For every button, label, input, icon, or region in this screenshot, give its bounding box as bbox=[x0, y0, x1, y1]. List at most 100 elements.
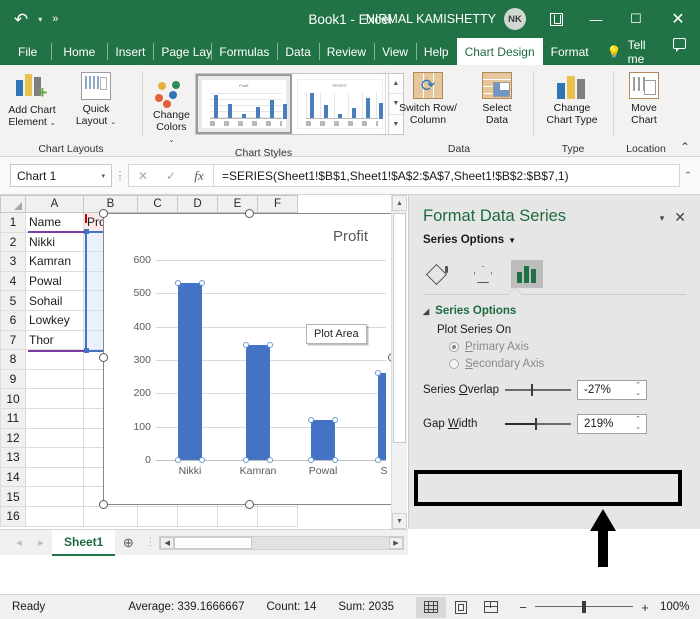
scroll-right-icon[interactable]: ▶ bbox=[389, 536, 403, 549]
collapse-triangle-icon[interactable]: ◢ bbox=[423, 307, 429, 316]
tell-me-box[interactable]: 💡 Tell me bbox=[597, 38, 673, 66]
range-handle[interactable] bbox=[84, 348, 89, 353]
tab-page-layout[interactable]: Page Layc bbox=[153, 38, 211, 65]
cancel-icon[interactable]: ✕ bbox=[129, 169, 157, 183]
row-header-13[interactable]: 13 bbox=[0, 447, 26, 468]
data-bar-sohail[interactable] bbox=[375, 369, 386, 463]
zoom-level-label[interactable]: 100% bbox=[660, 601, 700, 613]
cell-a14[interactable] bbox=[25, 466, 84, 488]
plot-area[interactable]: 600 500 400 300 200 100 0 Nikki Kamran P… bbox=[133, 254, 387, 477]
row-header-12[interactable]: 12 bbox=[0, 427, 26, 449]
primary-axis-radio[interactable] bbox=[449, 342, 459, 352]
row-header-8[interactable]: 8 bbox=[0, 349, 26, 370]
chart-styles-gallery[interactable]: Profit PROFIT ▲ ▼ ▼ bbox=[194, 73, 404, 135]
qat-more-icon[interactable]: » bbox=[52, 13, 58, 25]
tab-insert[interactable]: Insert bbox=[107, 38, 153, 65]
column-header-b[interactable]: B bbox=[83, 195, 138, 213]
tab-format[interactable]: Format bbox=[543, 38, 597, 65]
chevron-down-icon[interactable]: ⌄ bbox=[50, 120, 56, 127]
collapse-ribbon-button[interactable]: ⌃ bbox=[676, 140, 694, 154]
pane-tab-series-options[interactable] bbox=[511, 260, 543, 288]
normal-view-button[interactable] bbox=[416, 596, 446, 618]
cell-a13[interactable] bbox=[25, 447, 84, 468]
primary-axis-radio-row[interactable]: Primary Axis bbox=[449, 341, 686, 353]
row-header-16[interactable]: 16 bbox=[0, 505, 26, 527]
tab-review[interactable]: Review bbox=[318, 38, 374, 65]
vertical-scroll-track[interactable] bbox=[392, 211, 407, 513]
series-overlap-slider[interactable] bbox=[505, 383, 571, 397]
scroll-down-icon[interactable]: ▼ bbox=[392, 513, 407, 529]
cell-c16[interactable] bbox=[137, 505, 178, 527]
cell-a7[interactable]: Thor bbox=[25, 329, 84, 351]
column-header-d[interactable]: D bbox=[177, 195, 218, 213]
status-average[interactable]: Average: 339.1666667 bbox=[128, 601, 266, 613]
row-header-5[interactable]: 5 bbox=[0, 290, 26, 311]
cell-a4[interactable]: Powal bbox=[25, 270, 84, 292]
column-header-c[interactable]: C bbox=[137, 195, 178, 213]
change-colors-button[interactable]: Change Colors ⌄ bbox=[148, 70, 195, 147]
ribbon-display-options-icon[interactable] bbox=[536, 0, 576, 38]
spinner-arrows-icon[interactable]: ⌃ ⌄ bbox=[632, 381, 644, 399]
undo-arrow-icon[interactable]: ↶ bbox=[14, 11, 28, 28]
cell-a3[interactable]: Kamran bbox=[25, 251, 84, 272]
cell-a15[interactable] bbox=[25, 486, 84, 507]
row-header-7[interactable]: 7 bbox=[0, 329, 26, 351]
chevron-down-icon[interactable]: ⌄ bbox=[110, 119, 116, 126]
chart-style-thumbnail-1[interactable]: Profit bbox=[195, 74, 292, 134]
pane-tab-effects[interactable] bbox=[467, 260, 499, 288]
status-count[interactable]: Count: 14 bbox=[267, 601, 339, 613]
cell-d16[interactable] bbox=[177, 505, 218, 527]
insert-function-icon[interactable]: fx bbox=[185, 168, 213, 184]
row-header-14[interactable]: 14 bbox=[0, 466, 26, 488]
add-chart-element-button[interactable]: + Add Chart Element ⌄ bbox=[0, 70, 64, 130]
row-header-3[interactable]: 3 bbox=[0, 251, 26, 272]
cell-a2[interactable]: Nikki bbox=[25, 231, 84, 253]
row-header-11[interactable]: 11 bbox=[0, 407, 26, 429]
cell-b16[interactable] bbox=[83, 505, 138, 527]
pane-menu-caret-icon[interactable]: ▾ bbox=[660, 207, 675, 224]
tab-view[interactable]: View bbox=[374, 38, 416, 65]
row-header-2[interactable]: 2 bbox=[0, 231, 26, 253]
move-chart-button[interactable]: Move Chart bbox=[613, 70, 675, 128]
data-bar-kamran[interactable] bbox=[243, 342, 273, 463]
zoom-out-button[interactable]: − bbox=[518, 600, 528, 615]
status-sum[interactable]: Sum: 2035 bbox=[338, 601, 416, 613]
select-all-icon[interactable] bbox=[0, 195, 26, 213]
cell-a11[interactable] bbox=[25, 407, 84, 429]
secondary-axis-radio[interactable] bbox=[449, 359, 459, 369]
pane-subtitle[interactable]: Series Options ▼ bbox=[423, 234, 686, 246]
tab-formulas[interactable]: Formulas bbox=[211, 38, 277, 65]
row-header-15[interactable]: 15 bbox=[0, 486, 26, 507]
page-layout-view-button[interactable] bbox=[446, 597, 476, 618]
cell-a12[interactable] bbox=[25, 427, 84, 449]
cell-f16[interactable] bbox=[257, 505, 298, 527]
scroll-left-icon[interactable]: ◀ bbox=[160, 536, 175, 549]
cell-a10[interactable] bbox=[25, 388, 84, 409]
avatar[interactable]: NK bbox=[504, 8, 526, 30]
gap-width-slider[interactable] bbox=[505, 417, 571, 431]
close-button[interactable]: ✕ bbox=[656, 0, 700, 38]
undo-dropdown-caret-icon[interactable]: ▾ bbox=[38, 15, 42, 24]
cell-a16[interactable] bbox=[25, 505, 84, 527]
cell-a8[interactable] bbox=[25, 349, 84, 370]
scroll-up-icon[interactable]: ▲ bbox=[392, 195, 407, 211]
column-header-a[interactable]: A bbox=[25, 195, 84, 213]
column-header-f[interactable]: F bbox=[257, 195, 298, 213]
enter-icon[interactable]: ✓ bbox=[157, 169, 185, 183]
tab-help[interactable]: Help bbox=[415, 38, 457, 65]
tab-data[interactable]: Data bbox=[277, 38, 318, 65]
tab-chart-design[interactable]: Chart Design bbox=[456, 38, 543, 65]
name-box[interactable]: Chart 1 ▾ bbox=[10, 164, 112, 187]
pane-close-icon[interactable]: ✕ bbox=[674, 207, 686, 226]
tab-home[interactable]: Home bbox=[51, 38, 107, 65]
chart-object[interactable]: Profit 600 500 400 300 200 100 0 Nikki K… bbox=[99, 209, 397, 509]
previous-sheet-icon[interactable]: ◂ bbox=[8, 536, 30, 549]
series-overlap-spinner[interactable]: -27% ⌃ ⌄ bbox=[577, 380, 647, 400]
range-handle[interactable] bbox=[84, 229, 89, 234]
page-break-view-button[interactable] bbox=[476, 597, 506, 618]
chart-handle-top-left[interactable] bbox=[99, 209, 108, 218]
change-chart-type-button[interactable]: Change Chart Type bbox=[533, 70, 611, 128]
maximize-button[interactable]: ☐ bbox=[616, 0, 656, 38]
data-bar-powal[interactable] bbox=[308, 417, 338, 463]
row-header-4[interactable]: 4 bbox=[0, 270, 26, 292]
